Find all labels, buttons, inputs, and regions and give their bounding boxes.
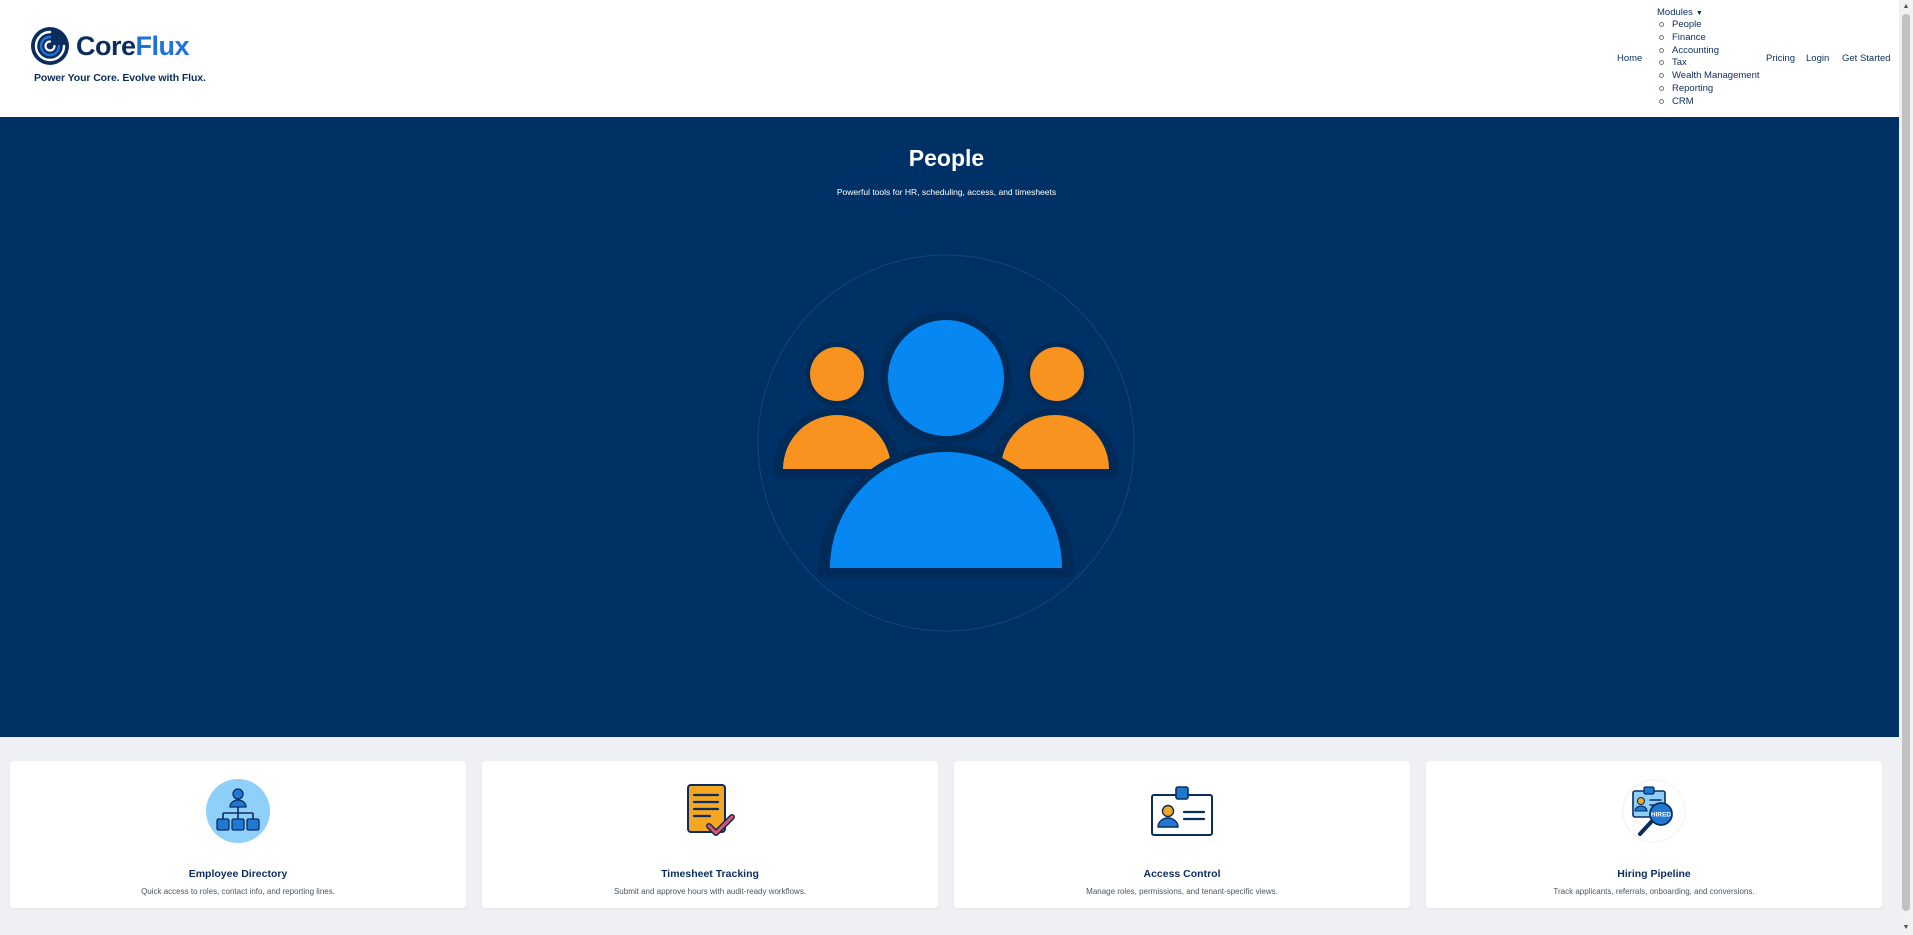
timesheet-check-icon xyxy=(687,784,735,836)
modules-menu: People Finance Accounting Tax Wealth Man… xyxy=(1658,18,1760,108)
feature-title: Hiring Pipeline xyxy=(1617,868,1691,880)
features-section: Employee Directory Quick access to roles… xyxy=(10,761,1884,909)
site-header: CoreFlux Power Your Core. Evolve with Fl… xyxy=(0,0,1899,117)
modules-dropdown-toggle[interactable]: Modules ▼ xyxy=(1657,7,1703,18)
page-title: People xyxy=(908,145,985,171)
nav-pricing-link[interactable]: Pricing xyxy=(1766,53,1795,64)
bullet-icon xyxy=(1659,85,1664,91)
id-badge-icon xyxy=(1151,786,1213,836)
feature-card-timesheet-tracking[interactable]: Timesheet Tracking Submit and approve ho… xyxy=(482,761,938,908)
scroll-up-arrow-icon[interactable]: ▲ xyxy=(1899,0,1913,14)
module-label: Accounting xyxy=(1672,44,1720,56)
brand-tagline: Power Your Core. Evolve with Flux. xyxy=(34,72,206,84)
hero-subtitle: Powerful tools for HR, scheduling, acces… xyxy=(836,187,1057,197)
get-started-button[interactable]: Get Started xyxy=(1842,53,1891,64)
hiring-search-icon: HIRED xyxy=(1622,779,1686,843)
module-label: CRM xyxy=(1672,95,1694,107)
vertical-scrollbar[interactable]: ▲ ▼ xyxy=(1899,0,1913,935)
module-item-finance[interactable]: Finance xyxy=(1658,31,1760,44)
feature-description: Manage roles, permissions, and tenant-sp… xyxy=(1086,887,1278,896)
scrollbar-thumb[interactable] xyxy=(1902,14,1910,911)
module-item-people[interactable]: People xyxy=(1658,18,1760,31)
feature-card-hiring-pipeline[interactable]: HIRED Hiring Pipeline Track applicants, … xyxy=(1426,761,1882,908)
bullet-icon xyxy=(1659,98,1664,104)
people-group-icon xyxy=(757,254,1135,632)
bullet-icon xyxy=(1659,34,1664,40)
brand-name: CoreFlux xyxy=(76,26,190,66)
module-label: Wealth Management xyxy=(1672,70,1760,82)
caret-down-icon: ▼ xyxy=(1695,10,1703,17)
module-item-accounting[interactable]: Accounting xyxy=(1658,44,1760,57)
module-item-reporting[interactable]: Reporting xyxy=(1658,82,1760,95)
hired-badge-text: HIRED xyxy=(1651,812,1672,819)
swirl-logo-icon xyxy=(31,27,69,65)
modules-label: Modules xyxy=(1657,7,1693,18)
bullet-icon xyxy=(1659,73,1664,79)
feature-title: Employee Directory xyxy=(188,868,288,880)
module-label: Finance xyxy=(1672,31,1706,43)
org-chart-icon xyxy=(206,779,270,843)
module-label: Reporting xyxy=(1672,82,1714,94)
brand-logo-link[interactable]: CoreFlux xyxy=(30,26,190,66)
module-label: Tax xyxy=(1672,57,1687,69)
feature-title: Timesheet Tracking xyxy=(661,868,759,880)
hero-section: People Powerful tools for HR, scheduling… xyxy=(0,117,1899,737)
module-item-crm[interactable]: CRM xyxy=(1658,95,1760,108)
feature-description: Track applicants, referrals, onboarding,… xyxy=(1553,887,1755,896)
module-item-wealth-management[interactable]: Wealth Management xyxy=(1658,69,1760,82)
brand-name-core: Core xyxy=(76,31,136,61)
module-label: People xyxy=(1672,19,1702,30)
scroll-down-arrow-icon[interactable]: ▼ xyxy=(1899,921,1913,935)
bullet-icon xyxy=(1659,22,1664,27)
module-item-tax[interactable]: Tax xyxy=(1658,56,1760,69)
feature-card-employee-directory[interactable]: Employee Directory Quick access to roles… xyxy=(10,761,466,908)
page: CoreFlux Power Your Core. Evolve with Fl… xyxy=(0,0,1899,935)
feature-title: Access Control xyxy=(1143,868,1221,880)
nav-login-link[interactable]: Login xyxy=(1806,53,1829,64)
bullet-icon xyxy=(1659,60,1664,66)
feature-description: Submit and approve hours with audit-read… xyxy=(613,887,807,896)
brand-name-flux: Flux xyxy=(135,31,190,61)
nav-home-link[interactable]: Home xyxy=(1617,53,1642,64)
bullet-icon xyxy=(1659,47,1664,53)
feature-card-access-control[interactable]: Access Control Manage roles, permissions… xyxy=(954,761,1410,908)
feature-description: Quick access to roles, contact info, and… xyxy=(141,887,335,896)
